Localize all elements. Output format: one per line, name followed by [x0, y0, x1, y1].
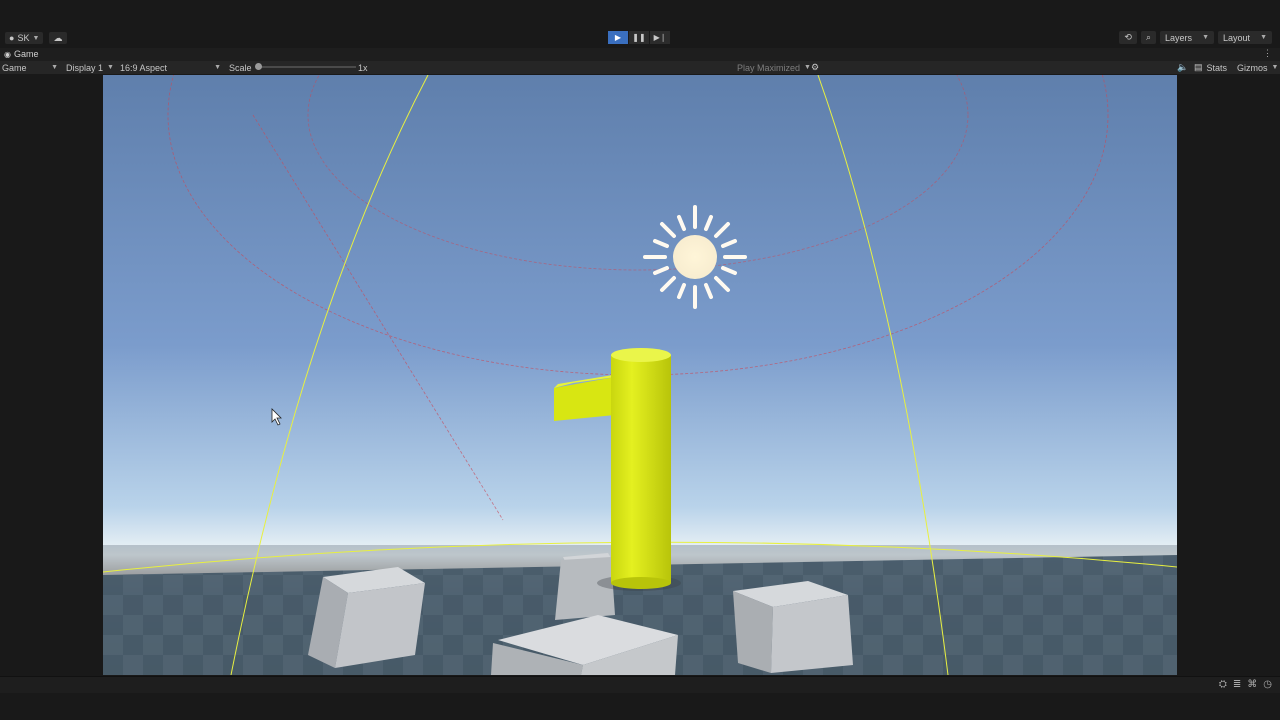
- account-label: SK: [17, 33, 30, 43]
- speaker-icon: 🔈: [1177, 62, 1189, 72]
- layout-label: Layout: [1223, 32, 1251, 43]
- kebab-menu-icon[interactable]: ⋮: [1263, 48, 1272, 59]
- layers-stack-icon[interactable]: ≣: [1233, 679, 1241, 690]
- play-button[interactable]: ▶: [608, 31, 628, 44]
- tab-row: ◉ Game ⋮: [0, 48, 1280, 61]
- gizmos-dropdown[interactable]: Gizmos ▼: [1237, 61, 1278, 74]
- gear-icon: ⚙: [811, 62, 820, 72]
- bug-icon[interactable]: ⛭: [1219, 679, 1227, 690]
- history-icon: ⟲: [1124, 32, 1132, 42]
- tab-game-label: Game: [13, 49, 39, 59]
- mode-label: Game: [2, 62, 27, 73]
- pause-icon: ❚❚: [632, 33, 646, 42]
- info-circle-icon[interactable]: ◷: [1263, 679, 1272, 690]
- chevron-down-icon: ▼: [32, 34, 40, 42]
- chevron-down-icon: ▼: [107, 64, 114, 71]
- settings-button[interactable]: ⚙: [811, 61, 819, 74]
- chevron-down-icon: ▼: [1202, 34, 1209, 41]
- pause-button[interactable]: ❚❚: [629, 31, 649, 44]
- status-bar: ⛭ ≣ ⌘ ◷: [0, 676, 1280, 693]
- tab-game[interactable]: ◉ Game: [4, 49, 39, 59]
- scale-slider-handle[interactable]: [255, 63, 262, 70]
- cloud-icon: ☁: [53, 32, 63, 43]
- layout-dropdown[interactable]: Layout ▼: [1218, 31, 1272, 44]
- step-button[interactable]: ▶❘: [650, 31, 670, 44]
- chevron-down-icon: ▼: [804, 64, 811, 71]
- layers-label: Layers: [1165, 32, 1193, 43]
- status-icons: ⛭ ≣ ⌘ ◷: [1219, 679, 1272, 690]
- playmode-controls: ▶ ❚❚ ▶❘: [608, 31, 670, 44]
- game-viewport[interactable]: [103, 75, 1177, 675]
- chevron-down-icon: ▼: [1260, 34, 1267, 41]
- chevron-down-icon: ▼: [1271, 64, 1279, 71]
- search-button[interactable]: ⌕: [1140, 31, 1156, 44]
- network-icon[interactable]: ⌘: [1247, 679, 1257, 690]
- stats-button[interactable]: ▤ Stats: [1194, 61, 1227, 74]
- chevron-down-icon: ▼: [51, 64, 58, 71]
- account-dropdown[interactable]: ● SK ▼: [5, 32, 44, 44]
- mode-dropdown[interactable]: Game ▼: [2, 61, 58, 74]
- aspect-label: 16:9 Aspect: [120, 62, 168, 73]
- mute-audio-button[interactable]: 🔈: [1177, 61, 1188, 74]
- display-dropdown[interactable]: Display 1 ▼: [66, 61, 114, 74]
- game-toolbar: Game ▼ Display 1 ▼ 16:9 Aspect ▼ Scale 1…: [0, 61, 1280, 74]
- grey-cube-left: [308, 567, 425, 668]
- account-icon: ●: [9, 33, 15, 43]
- play-icon: ▶: [614, 33, 622, 42]
- stats-icon: ▤: [1194, 62, 1203, 72]
- game-controller-icon: ◉: [4, 49, 11, 59]
- scale-slider[interactable]: [255, 63, 356, 70]
- cloud-button[interactable]: ☁: [49, 32, 67, 44]
- history-button[interactable]: ⟲: [1119, 31, 1137, 44]
- right-tools: ⟲ ⌕ Layers ▼ Layout ▼: [1119, 31, 1272, 44]
- scale-value: 1x: [358, 62, 368, 73]
- step-icon: ▶❘: [653, 33, 667, 42]
- game-scene: [103, 75, 1177, 675]
- display-label: Display 1: [66, 62, 104, 73]
- scale-label: Scale: [229, 62, 252, 73]
- stats-label: Stats: [1206, 62, 1228, 73]
- top-toolbar: ● SK ▼ ☁ ▶ ❚❚ ▶❘ ⟲ ⌕ Layers ▼ Layout ▼: [0, 0, 1280, 48]
- chevron-down-icon: ▼: [214, 64, 221, 71]
- play-maximized-label: Play Maximized: [737, 62, 801, 73]
- gizmos-label: Gizmos: [1237, 62, 1268, 73]
- play-maximized-dropdown[interactable]: Play Maximized ▼: [737, 61, 811, 74]
- layers-dropdown[interactable]: Layers ▼: [1160, 31, 1214, 44]
- aspect-dropdown[interactable]: 16:9 Aspect ▼: [120, 61, 221, 74]
- search-icon: ⌕: [1145, 32, 1151, 42]
- grey-cube-right: [733, 581, 853, 673]
